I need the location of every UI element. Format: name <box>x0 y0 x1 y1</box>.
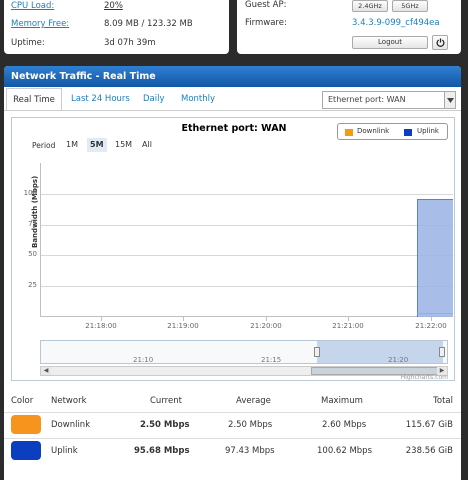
x-tick-mark <box>101 317 102 321</box>
uptime-value: 3d 07h 39m <box>104 38 156 48</box>
memory-free-link[interactable]: Memory Free: <box>11 19 69 29</box>
uptime-label: Uptime: <box>11 38 45 48</box>
grid-line <box>41 224 453 226</box>
navigator-right-handle[interactable] <box>439 347 445 357</box>
port-select-value: Ethernet port: WAN <box>328 95 406 104</box>
system-status-panel: CPU Load: 20% Memory Free: 8.09 MB / 123… <box>4 0 229 54</box>
panel-title: Network Traffic - Real Time <box>4 66 461 87</box>
row-divider <box>4 438 461 439</box>
cpu-load-link[interactable]: CPU Load: <box>11 1 54 11</box>
memory-free-value: 8.09 MB / 123.32 MB <box>104 19 193 29</box>
network-traffic-panel: Network Traffic - Real Time Real Time La… <box>4 66 461 480</box>
port-select[interactable]: Ethernet port: WAN <box>322 91 456 109</box>
navigator-tick: 21:20 <box>388 356 409 364</box>
device-info-panel: Guest AP: 2.4GHz 5GHz Firmware: 3.4.3.9-… <box>237 0 461 54</box>
chart-navigator[interactable]: 21:10 21:15 21:20 <box>40 340 448 364</box>
firmware-label: Firmware: <box>245 18 287 28</box>
period-1m-button[interactable]: 1M <box>63 138 81 152</box>
x-tick-mark <box>266 317 267 321</box>
period-15m-button[interactable]: 15M <box>112 138 135 152</box>
x-tick-label: 21:18:00 <box>85 322 117 330</box>
navigator-tick: 21:10 <box>133 356 154 364</box>
tab-monthly[interactable]: Monthly <box>181 94 215 104</box>
x-tick-label: 21:21:00 <box>332 322 364 330</box>
navigator-selection[interactable] <box>317 341 443 363</box>
col-header-network: Network <box>51 396 87 406</box>
chart-credits[interactable]: Highcharts.com <box>401 374 448 381</box>
row-divider <box>4 412 461 413</box>
y-tick-label: 50 <box>28 250 37 259</box>
tab-divider <box>4 110 461 111</box>
current-value: 2.50 Mbps <box>140 420 190 430</box>
guest-5ghz-button[interactable]: 5GHz <box>392 0 428 12</box>
tab-daily[interactable]: Daily <box>143 94 165 104</box>
firmware-version-link[interactable]: 3.4.3.9-099_cf494ea <box>352 18 440 28</box>
plot-area: Bandwidth (Mbps) 25 50 75 100 21:18:00 21:19:… <box>24 163 453 330</box>
x-tick-mark <box>183 317 184 321</box>
logout-button[interactable]: Logout <box>352 36 428 49</box>
navigator-left-handle[interactable] <box>314 347 320 357</box>
y-tick-label: 75 <box>28 219 37 228</box>
total-value: 238.56 GiB <box>405 446 453 456</box>
uplink-series-area <box>417 199 453 317</box>
y-tick-label: 100 <box>23 188 37 197</box>
legend-uplink-label[interactable]: Uplink <box>417 127 439 135</box>
grid-line <box>41 255 453 257</box>
average-value: 97.43 Mbps <box>225 446 275 456</box>
network-name: Uplink <box>51 446 78 456</box>
grid-line <box>41 286 453 288</box>
downlink-series-line <box>417 312 453 314</box>
maximum-value: 100.62 Mbps <box>317 446 372 456</box>
navigator-tick: 21:15 <box>261 356 282 364</box>
network-name: Downlink <box>51 420 91 430</box>
y-axis-label: Bandwidth (Mbps) <box>31 175 39 248</box>
tab-real-time[interactable]: Real Time <box>6 88 62 110</box>
cpu-load-value: 20% <box>104 1 123 11</box>
grid-line <box>41 193 453 195</box>
legend-downlink-swatch <box>345 129 353 136</box>
power-icon <box>435 38 445 47</box>
scroll-left-icon[interactable]: ◀ <box>41 367 51 375</box>
legend-uplink-swatch <box>404 129 412 136</box>
period-5m-button[interactable]: 5M <box>87 138 107 152</box>
col-header-total: Total <box>433 396 453 406</box>
power-button[interactable] <box>432 35 448 50</box>
col-header-average: Average <box>236 396 271 406</box>
chart-legend: Downlink Uplink <box>337 123 448 140</box>
y-tick-label: 25 <box>28 281 37 290</box>
x-tick-label: 21:19:00 <box>167 322 199 330</box>
x-tick-label: 21:22:00 <box>415 322 447 330</box>
col-header-current: Current <box>150 396 182 406</box>
x-tick-label: 21:20:00 <box>250 322 282 330</box>
guest-24ghz-button[interactable]: 2.4GHz <box>352 0 388 12</box>
x-tick-mark <box>431 317 432 321</box>
tab-last-24-hours[interactable]: Last 24 Hours <box>71 94 130 104</box>
col-header-color: Color <box>11 396 34 406</box>
current-value: 95.68 Mbps <box>134 446 190 456</box>
total-value: 115.67 GiB <box>405 420 453 430</box>
chart-scrollbar[interactable]: ◀ ▶ <box>40 366 448 376</box>
col-header-maximum: Maximum <box>321 396 363 406</box>
traffic-chart: Ethernet port: WAN Downlink Uplink Perio… <box>11 117 455 381</box>
chevron-down-icon <box>444 92 455 108</box>
guest-ap-label: Guest AP: <box>245 0 287 10</box>
maximum-value: 2.60 Mbps <box>322 420 367 430</box>
period-label: Period <box>32 141 56 150</box>
uplink-color-swatch <box>11 441 41 460</box>
legend-downlink-label[interactable]: Downlink <box>357 127 389 135</box>
downlink-color-swatch <box>11 415 41 434</box>
x-tick-mark <box>348 317 349 321</box>
period-all-button[interactable]: All <box>139 138 155 152</box>
average-value: 2.50 Mbps <box>228 420 273 430</box>
